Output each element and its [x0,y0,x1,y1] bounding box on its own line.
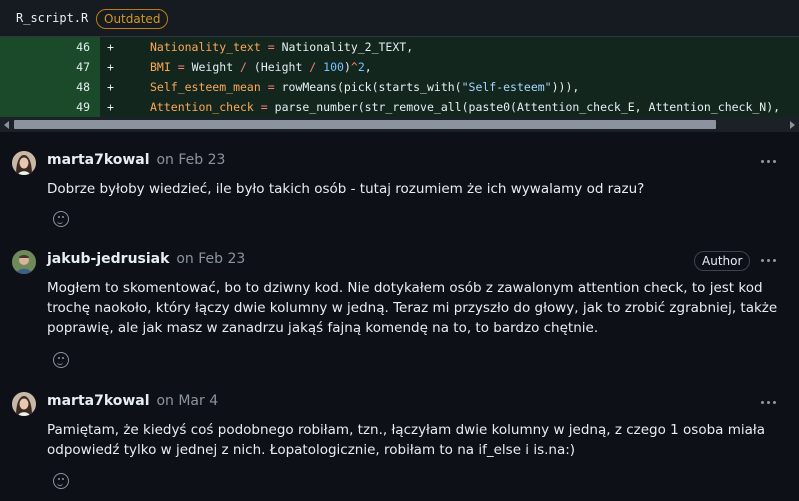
code-line: 47 BMI = Weight / (Height / 100)^2, + [0,57,799,77]
avatar[interactable] [12,250,36,274]
author-badge: Author [694,251,751,271]
code-line-text: Attention_check = parse_number(str_remov… [150,100,781,114]
file-name[interactable]: R_script.R [16,11,88,25]
line-number-cell[interactable]: 49 [0,97,100,117]
file-header: R_script.R Outdated [0,0,799,37]
add-reaction-button[interactable] [47,348,75,372]
horizontal-scrollbar[interactable] [0,117,799,132]
diff-added-sign: + [107,100,114,114]
comment-date[interactable]: on Feb 23 [156,152,225,168]
diff-added-sign: + [107,80,114,94]
comment-body: Dobrze byłoby wiedzieć, ile było takich … [47,181,645,197]
smiley-icon [53,352,69,368]
avatar-image [12,250,36,274]
comment-author[interactable]: marta7kowal on Mar 4 [47,393,218,409]
code-line: 49 Attention_check = parse_number(str_re… [0,97,799,117]
code-line-text: Self_esteem_mean = rowMeans(pick(starts_… [150,80,580,94]
diff-added-sign: + [107,40,114,54]
code-line-text: Nationality_text = Nationality_2_TEXT, [150,40,414,54]
code-line: 46 Nationality_text = Nationality_2_TEXT… [0,37,799,57]
more-options-icon[interactable] [758,253,780,269]
line-number: 47 [76,60,90,74]
comment-body: Mogłem to skomentować, bo to dziwny kod.… [47,280,778,336]
avatar[interactable] [12,151,36,175]
line-number: 49 [76,100,90,114]
scrollbar-thumb[interactable] [14,120,716,129]
comment-author[interactable]: jakub-jedrusiak on Feb 23 [47,251,245,267]
more-options-icon[interactable] [758,395,780,411]
line-number-cell[interactable]: 47 [0,57,100,77]
avatar-image [12,151,36,175]
line-number: 46 [76,40,90,54]
code-diff: 46 Nationality_text = Nationality_2_TEXT… [0,37,799,117]
line-number: 48 [76,80,90,94]
line-number-cell[interactable]: 48 [0,77,100,97]
line-number-cell[interactable]: 46 [0,37,100,57]
code-line: 48 Self_esteem_mean = rowMeans(pick(star… [0,77,799,97]
code-line-text: BMI = Weight / (Height / 100)^2, [150,60,372,74]
avatar[interactable] [12,392,36,416]
comment-date[interactable]: on Feb 23 [176,251,245,267]
add-reaction-button[interactable] [47,469,75,493]
comment-body: Pamiętam, że kiedyś coś podobnego robiła… [47,422,765,458]
smiley-icon [53,211,69,227]
avatar-image [12,392,36,416]
smiley-icon [53,473,69,489]
scroll-left-icon[interactable] [4,121,9,129]
more-options-icon[interactable] [758,154,780,170]
add-reaction-button[interactable] [47,207,75,231]
outdated-badge: Outdated [96,9,169,29]
scroll-right-icon[interactable] [790,121,795,129]
comment-date[interactable]: on Mar 4 [156,393,218,409]
diff-added-sign: + [107,60,114,74]
comment-author[interactable]: marta7kowal on Feb 23 [47,152,225,168]
